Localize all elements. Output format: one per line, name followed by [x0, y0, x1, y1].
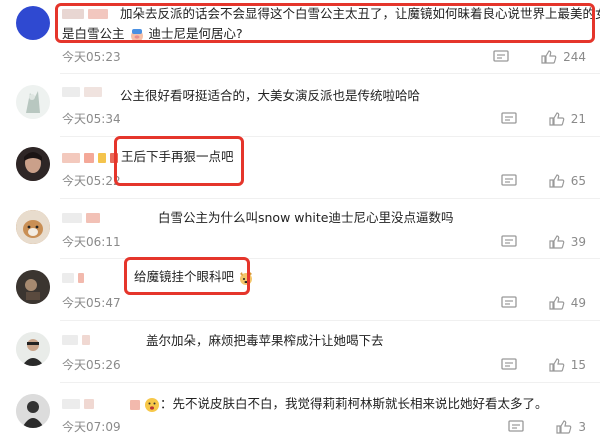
- comment-actions: 244: [493, 50, 586, 64]
- comment-text: ：先不说皮肤白不白，我觉得莉莉柯林斯就长相来说比她好看太多了。: [130, 394, 548, 414]
- avatar[interactable]: [16, 6, 50, 40]
- timestamp: 今天05:23: [62, 50, 121, 64]
- like-button[interactable]: 3: [556, 420, 586, 434]
- comment-text: 公主很好看呀挺适合的，大美女演反派也是传统啦哈哈: [120, 88, 421, 103]
- comment-actions: 49: [501, 296, 586, 310]
- comment-actions: 21: [501, 112, 586, 126]
- username-blurred[interactable]: [62, 152, 118, 164]
- divider: [60, 198, 600, 199]
- comment-icon[interactable]: [501, 112, 517, 126]
- like-button[interactable]: 244: [541, 50, 586, 64]
- mention-blurred: [130, 399, 140, 410]
- avatar[interactable]: [16, 147, 50, 181]
- comment-icon[interactable]: [501, 235, 517, 249]
- like-count: 39: [570, 235, 586, 249]
- highlight-box: [124, 257, 250, 295]
- avatar[interactable]: [16, 270, 50, 304]
- avatar[interactable]: [16, 210, 50, 244]
- like-count: 15: [570, 358, 586, 372]
- comment-actions: 39: [501, 235, 586, 249]
- like-button[interactable]: 15: [549, 358, 586, 372]
- divider: [60, 73, 600, 74]
- avatar[interactable]: [16, 332, 50, 366]
- username-blurred[interactable]: [62, 334, 90, 346]
- highlight-box: [114, 136, 244, 186]
- username-blurred[interactable]: [62, 212, 100, 224]
- username-blurred[interactable]: [62, 272, 84, 284]
- thumbs-up-icon: [541, 50, 557, 64]
- timestamp: 今天05:26: [62, 358, 121, 372]
- timestamp: 今天07:09: [62, 420, 121, 434]
- timestamp: 今天05:47: [62, 296, 121, 310]
- thumbs-up-icon: [549, 358, 565, 372]
- avatar[interactable]: [16, 394, 50, 428]
- username-blurred[interactable]: [62, 86, 102, 98]
- username-blurred[interactable]: [62, 398, 94, 410]
- highlight-box: [55, 3, 595, 43]
- timestamp: 今天06:11: [62, 235, 121, 249]
- divider: [60, 320, 600, 321]
- like-count: 21: [570, 112, 586, 126]
- shocked-emoji-icon: [144, 397, 160, 413]
- comment-icon[interactable]: [501, 174, 517, 188]
- thumbs-up-icon: [556, 420, 572, 434]
- comment-actions: 3: [508, 420, 586, 434]
- timestamp: 今天05:22: [62, 174, 121, 188]
- timestamp: 今天05:34: [62, 112, 121, 126]
- comment-icon[interactable]: [501, 296, 517, 310]
- like-count: 65: [570, 174, 586, 188]
- comment-actions: 65: [501, 174, 586, 188]
- thumbs-up-icon: [549, 296, 565, 310]
- comment-text: 盖尔加朵，麻烦把毒苹果榨成汁让她喝下去: [146, 333, 384, 348]
- thumbs-up-icon: [549, 235, 565, 249]
- thumbs-up-icon: [549, 112, 565, 126]
- like-count: 244: [563, 50, 586, 64]
- like-button[interactable]: 65: [549, 174, 586, 188]
- comment-icon[interactable]: [493, 50, 509, 64]
- like-button[interactable]: 21: [549, 112, 586, 126]
- like-count: 49: [570, 296, 586, 310]
- divider: [60, 382, 600, 383]
- like-button[interactable]: 49: [549, 296, 586, 310]
- like-count: 3: [578, 420, 586, 434]
- avatar[interactable]: [16, 85, 50, 119]
- comment-actions: 15: [501, 358, 586, 372]
- comment-icon[interactable]: [508, 420, 525, 434]
- like-button[interactable]: 39: [549, 235, 586, 249]
- comment-text: 白雪公主为什么叫snow white迪士尼心里没点逼数吗: [158, 210, 454, 225]
- comment-icon[interactable]: [501, 358, 517, 372]
- thumbs-up-icon: [549, 174, 565, 188]
